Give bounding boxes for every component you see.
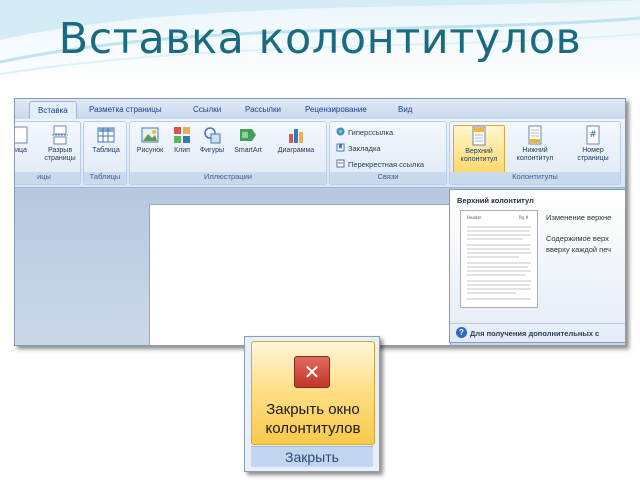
slide-title: Вставка колонтитулов (58, 14, 582, 64)
tab-page-layout[interactable]: Разметка страницы (89, 105, 162, 114)
smartart-label: SmartArt (234, 147, 262, 154)
page-number-label: Номер страницы (577, 147, 609, 162)
shapes-icon (202, 125, 222, 145)
page-break-icon (50, 125, 70, 145)
thumb-header-right: Pg # (519, 215, 529, 220)
group-tables: Таблица Таблицы (83, 121, 127, 185)
group-header-footer-label: Колонтитулы (450, 172, 620, 184)
tab-mailings[interactable]: Рассылки (245, 105, 281, 114)
chart-icon (286, 125, 306, 145)
tooltip-title: Верхний колонтитул (457, 196, 534, 205)
close-button-label: Закрыть окно колонтитулов (265, 401, 361, 437)
group-links: Гиперссылка Закладка Перекрестная ссылка… (329, 121, 447, 185)
header-tooltip: Верхний колонтитул Header Pg # Изменение… (449, 189, 625, 343)
page-break-button[interactable]: Разрыв страницы (40, 125, 80, 163)
close-header-callout: ✕ Закрыть окно колонтитулов Закрыть (244, 336, 380, 472)
table-label: Таблица (92, 147, 120, 154)
group-pages: ица Разрыв страницы ицы (15, 121, 81, 185)
picture-label: Рисунок (136, 147, 164, 154)
svg-text:#: # (589, 130, 597, 140)
header-button[interactable]: Верхний колонтитул (453, 125, 505, 174)
ribbon: ица Разрыв страницы ицы Таблица Таблицы (15, 119, 625, 188)
page-number-button[interactable]: # Номер страницы (568, 125, 618, 163)
tooltip-thumbnail: Header Pg # (460, 210, 538, 308)
help-icon: ? (456, 327, 467, 338)
smartart-button[interactable]: SmartArt (230, 125, 266, 155)
picture-icon (140, 125, 160, 145)
document-page[interactable] (149, 204, 451, 345)
cross-reference-button[interactable]: Перекрестная ссылка (336, 159, 424, 169)
bookmark-label: Закладка (348, 144, 381, 153)
header-label: Верхний колонтитул (460, 148, 498, 163)
bookmark-button[interactable]: Закладка (336, 143, 381, 153)
group-links-label: Связи (330, 172, 446, 184)
chart-label: Диаграмма (277, 147, 315, 154)
tab-references[interactable]: Ссылки (193, 105, 221, 114)
clipart-button[interactable]: Клип (170, 125, 194, 155)
footer-icon (525, 125, 545, 145)
hyperlink-button[interactable]: Гиперссылка (336, 127, 393, 137)
word-screenshot: Вставка Разметка страницы Ссылки Рассылк… (14, 98, 626, 346)
thumbnail-page-preview: Header Pg # (467, 215, 531, 300)
pages-button-label: ица (15, 147, 27, 154)
tooltip-line-1: Изменение верхне (546, 213, 612, 222)
hyperlink-label: Гиперссылка (348, 128, 394, 137)
hyperlink-icon (336, 127, 345, 136)
chart-button[interactable]: Диаграмма (270, 125, 322, 155)
group-pages-label: ицы (15, 172, 80, 184)
cross-reference-icon (336, 159, 345, 168)
shapes-label: Фигуры (199, 147, 225, 154)
picture-button[interactable]: Рисунок (133, 125, 167, 155)
group-header-footer: Верхний колонтитул Нижний колонтитул # Н… (449, 121, 621, 185)
close-header-footer-button[interactable]: ✕ Закрыть окно колонтитулов (251, 341, 375, 445)
close-group-label: Закрыть (251, 446, 373, 467)
tab-review[interactable]: Рецензирование (305, 105, 367, 114)
tab-view[interactable]: Вид (398, 105, 412, 114)
pages-button-cut[interactable]: ица (15, 125, 32, 155)
tooltip-help-text: Для получения дополнительных с (470, 329, 600, 338)
group-illustrations: Рисунок Клип Фигуры SmartArt Диаграмма И… (129, 121, 327, 185)
clipart-icon (172, 125, 192, 145)
clipart-label: Клип (174, 147, 190, 154)
page-break-label: Разрыв страницы (44, 147, 76, 162)
footer-label: Нижний колонтитул (516, 147, 554, 162)
group-tables-label: Таблицы (84, 172, 126, 184)
blank-page-icon (15, 125, 31, 145)
table-button[interactable]: Таблица (87, 125, 125, 155)
cross-reference-label: Перекрестная ссылка (348, 160, 425, 169)
group-illustrations-label: Иллюстрации (130, 172, 326, 184)
tooltip-line-2: Содержимое верх (546, 234, 609, 243)
close-x-icon: ✕ (294, 356, 330, 388)
ribbon-tabs: Вставка Разметка страницы Ссылки Рассылк… (15, 99, 625, 119)
footer-button[interactable]: Нижний колонтитул (510, 125, 560, 163)
shapes-button[interactable]: Фигуры (196, 125, 228, 155)
page-number-icon: # (583, 125, 603, 145)
header-icon (469, 126, 489, 146)
tooltip-help[interactable]: ? Для получения дополнительных с (450, 323, 625, 342)
thumb-header-left: Header (467, 215, 482, 220)
smartart-icon (238, 125, 258, 145)
tab-insert[interactable]: Вставка (29, 101, 77, 119)
table-icon (96, 125, 116, 145)
tooltip-line-3: вверху каждой печ (546, 245, 612, 254)
bookmark-icon (336, 143, 345, 152)
